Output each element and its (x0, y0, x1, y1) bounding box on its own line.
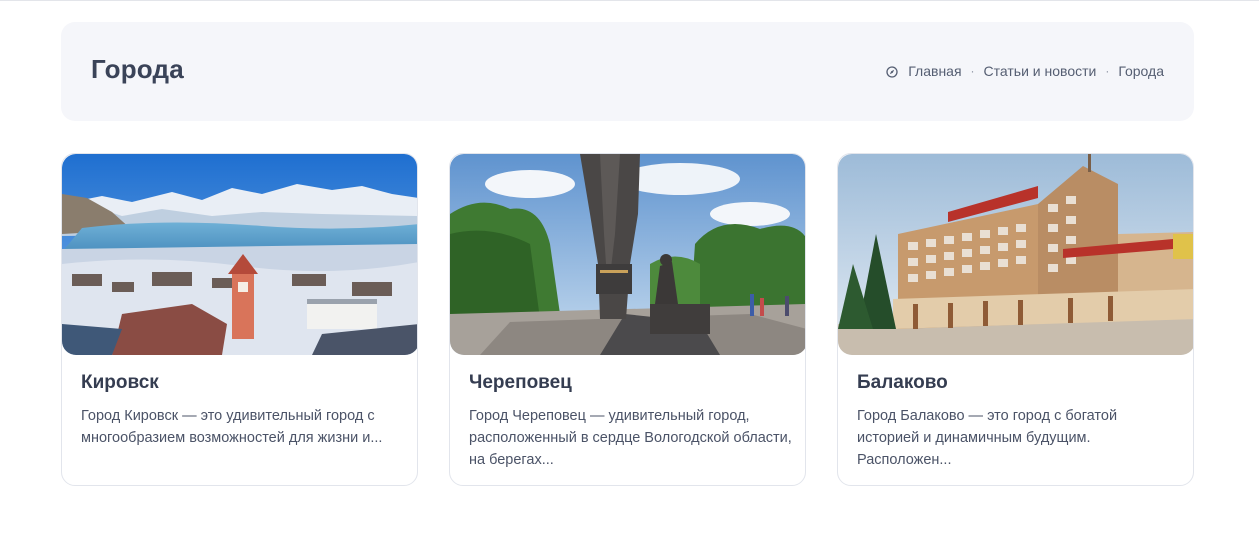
city-card-kirovsk[interactable]: Кировск Город Кировск — это удивительный… (61, 153, 418, 486)
top-divider (0, 0, 1259, 1)
breadcrumb-articles-link[interactable]: Статьи и новости (984, 63, 1097, 79)
city-card-balakovo[interactable]: Балаково Город Балаково — это город с бо… (837, 153, 1194, 486)
breadcrumb-current: Города (1118, 63, 1164, 79)
page-header: Города Главная · Статьи и новости · Горо… (61, 22, 1194, 121)
city-card-excerpt: Город Череповец — удивительный город, ра… (469, 408, 792, 468)
city-card-image[interactable] (62, 154, 417, 355)
compass-icon (886, 65, 898, 78)
city-card-excerpt: Город Кировск — это удивительный город с… (81, 408, 383, 446)
city-card-image[interactable] (450, 154, 805, 355)
city-card-title[interactable]: Балаково (857, 372, 948, 394)
city-card-image[interactable] (838, 154, 1193, 355)
city-card-title[interactable]: Череповец (469, 372, 572, 394)
city-card-cherepovets[interactable]: Череповец Город Череповец — удивительный… (449, 153, 806, 486)
breadcrumb: Главная · Статьи и новости · Города (886, 63, 1164, 79)
city-cards-grid: Кировск Город Кировск — это удивительный… (61, 153, 1194, 487)
city-card-excerpt: Город Балаково — это город с богатой ист… (857, 408, 1118, 468)
city-card-title[interactable]: Кировск (81, 372, 159, 394)
breadcrumb-home-link[interactable]: Главная (908, 63, 961, 79)
breadcrumb-separator: · (970, 64, 975, 78)
page-title: Города (91, 54, 184, 84)
breadcrumb-separator: · (1105, 64, 1110, 78)
